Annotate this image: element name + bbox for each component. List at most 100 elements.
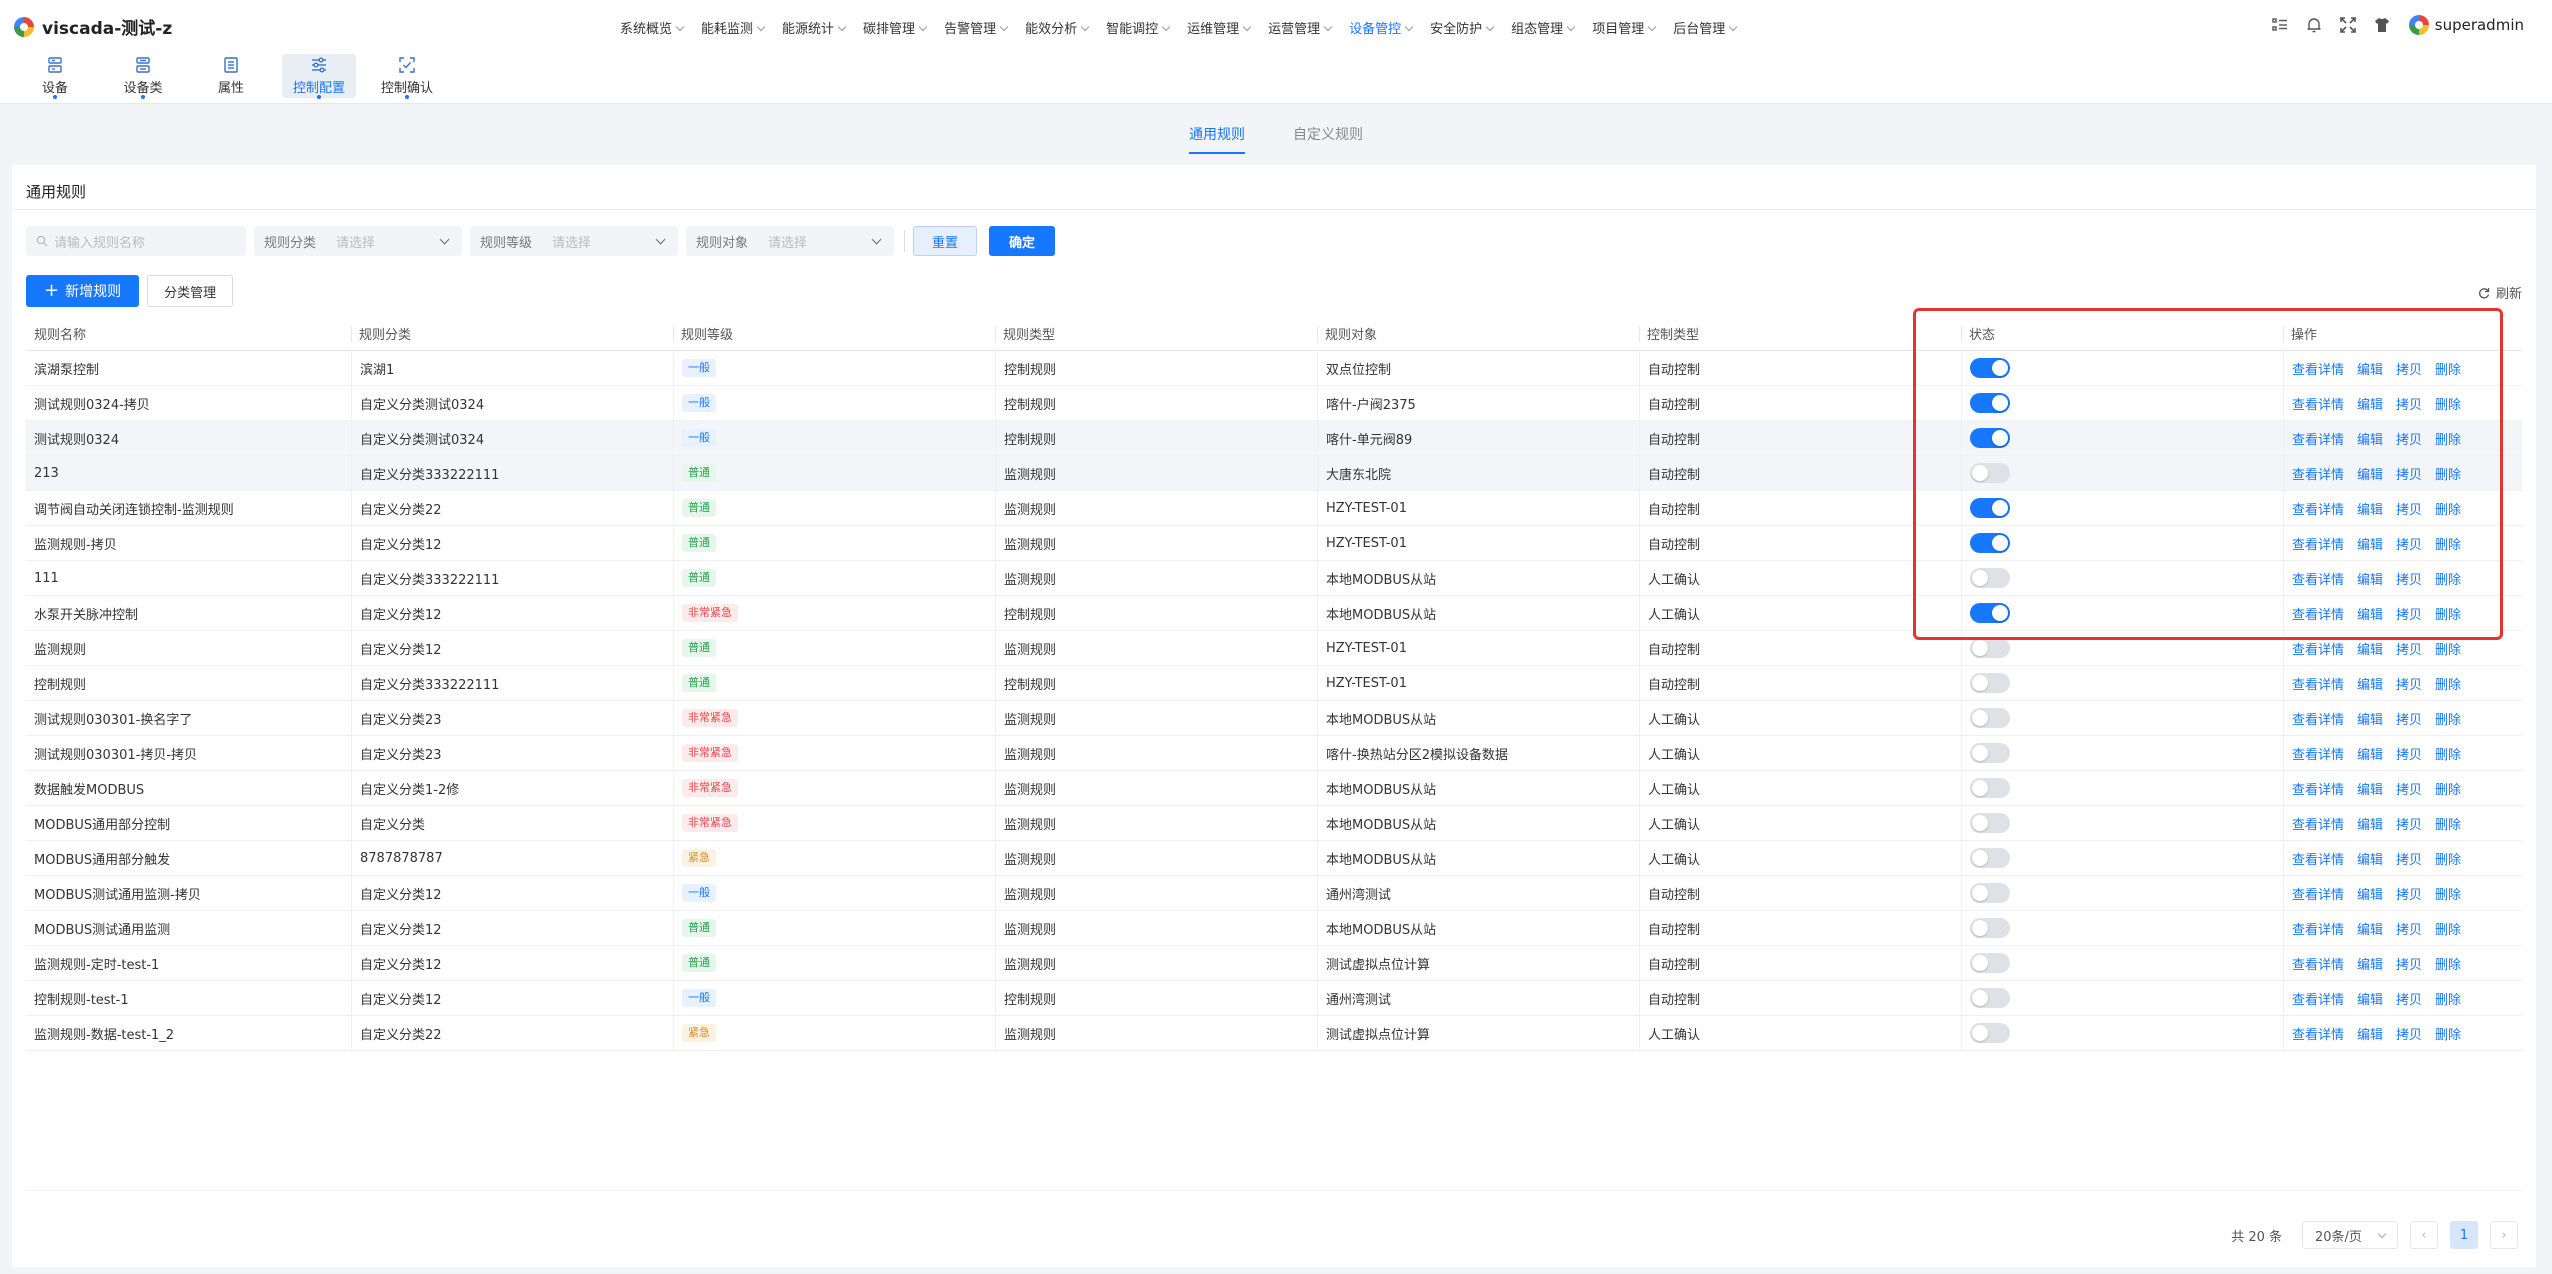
copy-link[interactable]: 拷贝 [2396,394,2422,413]
delete-link[interactable]: 删除 [2435,779,2461,798]
view-detail-link[interactable]: 查看详情 [2292,674,2344,693]
refresh-button[interactable]: 刷新 [2478,283,2522,302]
copy-link[interactable]: 拷贝 [2396,744,2422,763]
fullscreen-icon[interactable] [2337,14,2359,36]
view-detail-link[interactable]: 查看详情 [2292,394,2344,413]
rule-level-select[interactable]: 规则等级 请选择 [470,226,678,256]
subnav-item-control-confirm[interactable]: 控制确认 [370,54,444,99]
topnav-item[interactable]: 运营管理 [1268,18,1333,37]
copy-link[interactable]: 拷贝 [2396,429,2422,448]
view-detail-link[interactable]: 查看详情 [2292,779,2344,798]
edit-link[interactable]: 编辑 [2357,674,2383,693]
edit-link[interactable]: 编辑 [2357,779,2383,798]
status-toggle[interactable] [1970,358,2010,378]
copy-link[interactable]: 拷贝 [2396,954,2422,973]
copy-link[interactable]: 拷贝 [2396,604,2422,623]
view-detail-link[interactable]: 查看详情 [2292,359,2344,378]
view-detail-link[interactable]: 查看详情 [2292,639,2344,658]
add-rule-button[interactable]: + 新增规则 [26,275,140,307]
status-toggle[interactable] [1970,883,2010,903]
delete-link[interactable]: 删除 [2435,534,2461,553]
copy-link[interactable]: 拷贝 [2396,849,2422,868]
rule-category-select[interactable]: 规则分类 请选择 [254,226,462,256]
status-toggle[interactable] [1970,428,2010,448]
view-detail-link[interactable]: 查看详情 [2292,569,2344,588]
copy-link[interactable]: 拷贝 [2396,989,2422,1008]
topnav-item[interactable]: 组态管理 [1511,18,1576,37]
table-row[interactable]: 测试规则0324 自定义分类测试0324 一般 控制规则 喀什-单元阀89 自动控制 查看详… [26,421,2522,456]
topnav-item[interactable]: 碳排管理 [863,18,928,37]
delete-link[interactable]: 删除 [2435,849,2461,868]
view-detail-link[interactable]: 查看详情 [2292,919,2344,938]
delete-link[interactable]: 删除 [2435,1024,2461,1043]
copy-link[interactable]: 拷贝 [2396,814,2422,833]
topnav-item[interactable]: 运维管理 [1187,18,1252,37]
table-row[interactable]: 控制规则-test-1 自定义分类12 一般 控制规则 通州湾测试 自动控制 查看详情 编辑拷… [26,981,2522,1016]
topnav-item[interactable]: 告警管理 [944,18,1009,37]
table-row[interactable]: MODBUS测试通用监测 自定义分类12 普通 监测规则 本地MODBUS从站 自动控制 查… [26,911,2522,946]
confirm-button[interactable]: 确定 [989,226,1055,256]
edit-link[interactable]: 编辑 [2357,429,2383,448]
status-toggle[interactable] [1970,603,2010,623]
delete-link[interactable]: 删除 [2435,569,2461,588]
topnav-item[interactable]: 安全防护 [1430,18,1495,37]
delete-link[interactable]: 删除 [2435,464,2461,483]
delete-link[interactable]: 删除 [2435,359,2461,378]
delete-link[interactable]: 删除 [2435,989,2461,1008]
topnav-item[interactable]: 系统概览 [620,18,685,37]
table-row[interactable]: 监测规则 自定义分类12 普通 监测规则 HZY-TEST-01 自动控制 查看详情 编辑 拷贝… [26,631,2522,666]
copy-link[interactable]: 拷贝 [2396,499,2422,518]
page-number-current[interactable]: 1 [2450,1221,2478,1249]
table-row[interactable]: 水泵开关脉冲控制 自定义分类12 非常紧急 控制规则 本地MODBUS从站 人工确认 查看详… [26,596,2522,631]
delete-link[interactable]: 删除 [2435,884,2461,903]
table-row[interactable]: 111 自定义分类333222111 普通 监测规则 本地MODBUS从站 人工确认 查看详… [26,561,2522,596]
edit-link[interactable]: 编辑 [2357,884,2383,903]
edit-link[interactable]: 编辑 [2357,604,2383,623]
edit-link[interactable]: 编辑 [2357,709,2383,728]
view-detail-link[interactable]: 查看详情 [2292,884,2344,903]
table-row[interactable]: 监测规则-数据-test-1_2 自定义分类22 紧急 监测规则 测试虚拟点位计算 人工确… [26,1016,2522,1051]
copy-link[interactable]: 拷贝 [2396,639,2422,658]
edit-link[interactable]: 编辑 [2357,989,2383,1008]
status-toggle[interactable] [1970,638,2010,658]
topnav-item[interactable]: 后台管理 [1673,18,1738,37]
reset-button[interactable]: 重置 [913,226,977,256]
edit-link[interactable]: 编辑 [2357,919,2383,938]
view-detail-link[interactable]: 查看详情 [2292,534,2344,553]
status-toggle[interactable] [1970,953,2010,973]
status-toggle[interactable] [1970,743,2010,763]
list-icon[interactable] [2269,14,2291,36]
edit-link[interactable]: 编辑 [2357,639,2383,658]
table-row[interactable]: 调节阀自动关闭连锁控制-监测规则 自定义分类22 普通 监测规则 HZY-TEST-01… [26,491,2522,526]
status-toggle[interactable] [1970,848,2010,868]
edit-link[interactable]: 编辑 [2357,1024,2383,1043]
view-detail-link[interactable]: 查看详情 [2292,499,2344,518]
edit-link[interactable]: 编辑 [2357,464,2383,483]
status-toggle[interactable] [1970,533,2010,553]
view-detail-link[interactable]: 查看详情 [2292,849,2344,868]
delete-link[interactable]: 删除 [2435,709,2461,728]
subnav-item-device-class[interactable]: 设备类 [106,54,180,99]
status-toggle[interactable] [1970,673,2010,693]
table-row[interactable]: 数据触发MODBUS 自定义分类1-2修 非常紧急 监测规则 本地MODBUS从站 人工确… [26,771,2522,806]
view-detail-link[interactable]: 查看详情 [2292,604,2344,623]
view-detail-link[interactable]: 查看详情 [2292,744,2344,763]
view-detail-link[interactable]: 查看详情 [2292,464,2344,483]
topnav-item[interactable]: 设备管控 [1349,18,1414,37]
status-toggle[interactable] [1970,813,2010,833]
view-detail-link[interactable]: 查看详情 [2292,814,2344,833]
delete-link[interactable]: 删除 [2435,674,2461,693]
edit-link[interactable]: 编辑 [2357,849,2383,868]
table-row[interactable]: 测试规则0324-拷贝 自定义分类测试0324 一般 控制规则 喀什-户阀2375 自动控… [26,386,2522,421]
rule-name-search-input[interactable]: 请输入规则名称 [26,226,246,256]
subnav-item-control-config[interactable]: 控制配置 [282,54,356,99]
topnav-item[interactable]: 能源统计 [782,18,847,37]
user-avatar[interactable] [2408,15,2429,35]
table-row[interactable]: 控制规则 自定义分类333222111 普通 控制规则 HZY-TEST-01 自动控制查… [26,666,2522,701]
table-row[interactable]: 测试规则030301-拷贝-拷贝 自定义分类23 非常紧急 监测规则 喀什-换热站分区2… [26,736,2522,771]
bell-icon[interactable] [2303,14,2325,36]
copy-link[interactable]: 拷贝 [2396,919,2422,938]
view-detail-link[interactable]: 查看详情 [2292,954,2344,973]
delete-link[interactable]: 删除 [2435,919,2461,938]
edit-link[interactable]: 编辑 [2357,499,2383,518]
